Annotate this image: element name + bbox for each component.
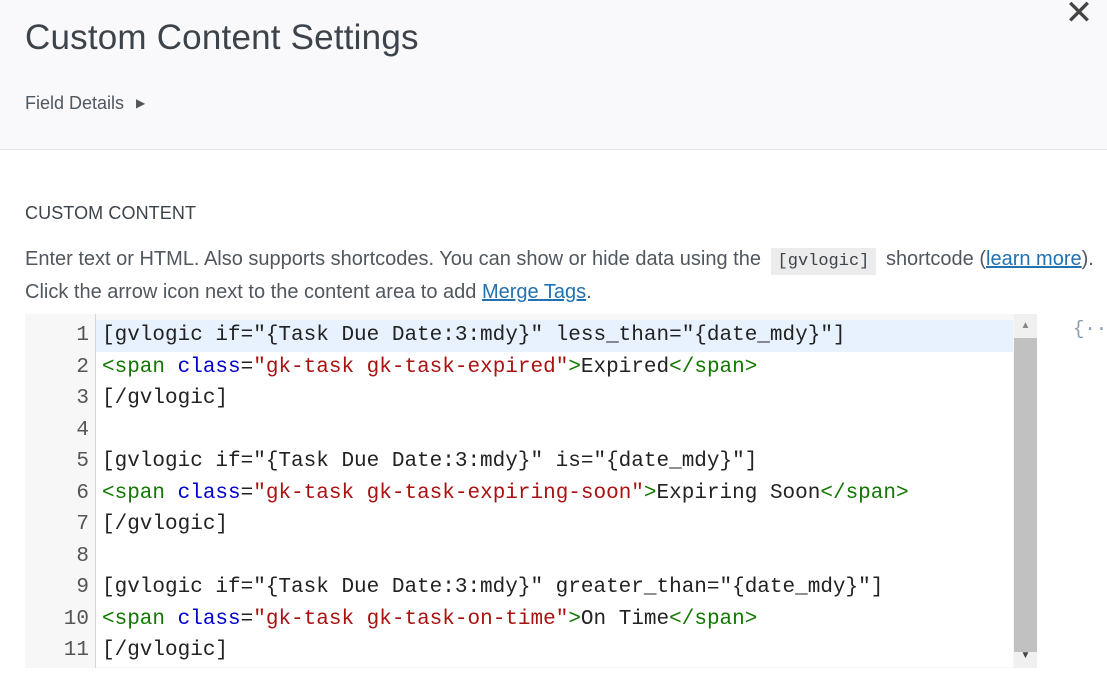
line-number: 7 (76, 513, 89, 536)
code-text[interactable]: <span class="gk-task gk-task-expired">Ex… (96, 351, 1013, 383)
code-token: </span> (820, 481, 909, 505)
code-token: <span (102, 607, 166, 631)
code-line[interactable]: 5 [gvlogic if="{Task Due Date:3:mdy}" is=… (25, 446, 1013, 478)
code-token: class (177, 607, 241, 631)
code-token: </span> (669, 607, 758, 631)
code-text[interactable]: [/gvlogic] (96, 383, 1013, 415)
triangle-right-icon: ▶ (136, 96, 146, 110)
code-text[interactable]: <span class="gk-task gk-task-expiring-so… (96, 477, 1013, 509)
line-number: 5 (76, 450, 89, 473)
section-label: CUSTOM CONTENT (25, 203, 197, 223)
code-token: = (240, 481, 254, 505)
code-text[interactable]: [/gvlogic] (96, 509, 1013, 541)
code-token: > (643, 481, 657, 505)
code-token: [/gvlogic] (102, 513, 229, 536)
code-text[interactable]: [gvlogic if="{Task Due Date:3:mdy}" is="… (96, 446, 1013, 478)
code-token: class (177, 355, 241, 379)
code-text[interactable]: [/gvlogic] (96, 635, 1013, 667)
line-number: 2 (76, 355, 89, 379)
code-token: [gvlogic if="{Task Due Date:3:mdy}" grea… (102, 576, 884, 599)
code-text[interactable]: [gvlogic if="{Task Due Date:3:mdy}" less… (96, 320, 1013, 352)
code-token: class (177, 481, 241, 505)
line-number: 4 (76, 418, 89, 442)
line-number: 1 (76, 324, 89, 347)
help-text-part1: Enter text or HTML. Also supports shortc… (25, 248, 761, 270)
code-line[interactable]: 2 <span class="gk-task gk-task-expired">E… (25, 351, 1013, 383)
code-text[interactable]: <span class="gk-task gk-task-on-time">On… (96, 603, 1013, 635)
line-number: 6 (76, 481, 89, 505)
code-line[interactable]: 7 [/gvlogic] (25, 509, 1013, 541)
gvlogic-code: [gvlogic] (770, 248, 877, 275)
line-number: 11 (63, 639, 89, 662)
scroll-up-icon[interactable]: ▲ (1014, 316, 1037, 336)
help-text-part2: shortcode ( (885, 248, 986, 270)
code-editor[interactable]: 1 [gvlogic if="{Task Due Date:3:mdy}" les… (25, 314, 1037, 668)
page-title: Custom Content Settings (25, 18, 419, 57)
code-text[interactable] (96, 414, 1013, 446)
code-token: [/gvlogic] (102, 387, 229, 410)
code-token: > (568, 607, 581, 631)
help-text: Enter text or HTML. Also supports shortc… (25, 244, 1095, 308)
code-token: [gvlogic if="{Task Due Date:3:mdy}" less… (102, 324, 846, 347)
code-line[interactable]: 8 (25, 540, 1013, 572)
code-token: <span (102, 481, 166, 505)
code-line[interactable]: 10 <span class="gk-task gk-task-on-time">… (25, 603, 1013, 635)
code-token: "gk-task gk-task-on-time" (253, 607, 569, 631)
line-number: 10 (63, 607, 89, 631)
code-token: "gk-task gk-task-expired" (253, 355, 569, 379)
scroll-down-icon[interactable]: ▼ (1014, 646, 1037, 666)
code-token: Expired (580, 355, 670, 379)
code-line[interactable]: 9 [gvlogic if="{Task Due Date:3:mdy}" gre… (25, 572, 1013, 604)
code-token: = (240, 355, 254, 379)
scrollbar-thumb[interactable] (1014, 338, 1037, 652)
code-token: [/gvlogic] (102, 639, 229, 662)
code-token: > (568, 355, 581, 379)
code-line[interactable]: 3 [/gvlogic] (25, 383, 1013, 415)
code-line[interactable]: 11 [/gvlogic] (25, 635, 1013, 667)
field-details-label: Field Details (25, 93, 125, 113)
close-icon[interactable]: ✕ (1062, 0, 1096, 32)
code-token: [gvlogic if="{Task Due Date:3:mdy}" is="… (102, 450, 758, 473)
merge-tags-link[interactable]: Merge Tags (482, 281, 586, 303)
merge-tags-icon[interactable]: {··} (1073, 318, 1107, 340)
code-token: <span (102, 355, 166, 379)
code-token: On Time (580, 607, 670, 631)
line-number: 8 (76, 544, 89, 568)
help-text-part4: . (586, 281, 592, 303)
code-token: = (240, 607, 254, 631)
field-details-toggle[interactable]: Field Details ▶ (25, 93, 145, 114)
code-line[interactable]: 1 [gvlogic if="{Task Due Date:3:mdy}" les… (25, 320, 1013, 352)
line-number: 9 (76, 576, 89, 599)
learn-more-link[interactable]: learn more (986, 248, 1082, 270)
code-text[interactable] (96, 540, 1013, 572)
editor-scrollbar[interactable]: ▲ ▼ (1014, 314, 1037, 668)
code-text[interactable]: [gvlogic if="{Task Due Date:3:mdy}" grea… (96, 572, 1013, 604)
code-token: Expiring Soon (656, 481, 821, 505)
code-token: </span> (669, 355, 758, 379)
line-number: 3 (76, 387, 89, 410)
code-lines[interactable]: 1 [gvlogic if="{Task Due Date:3:mdy}" les… (25, 320, 1013, 667)
code-line[interactable]: 6 <span class="gk-task gk-task-expiring-s… (25, 477, 1013, 509)
modal-header: Custom Content Settings ✕ Field Details ▶ (0, 0, 1107, 150)
code-line[interactable]: 4 (25, 414, 1013, 446)
code-token: "gk-task gk-task-expiring-soon" (253, 481, 644, 505)
